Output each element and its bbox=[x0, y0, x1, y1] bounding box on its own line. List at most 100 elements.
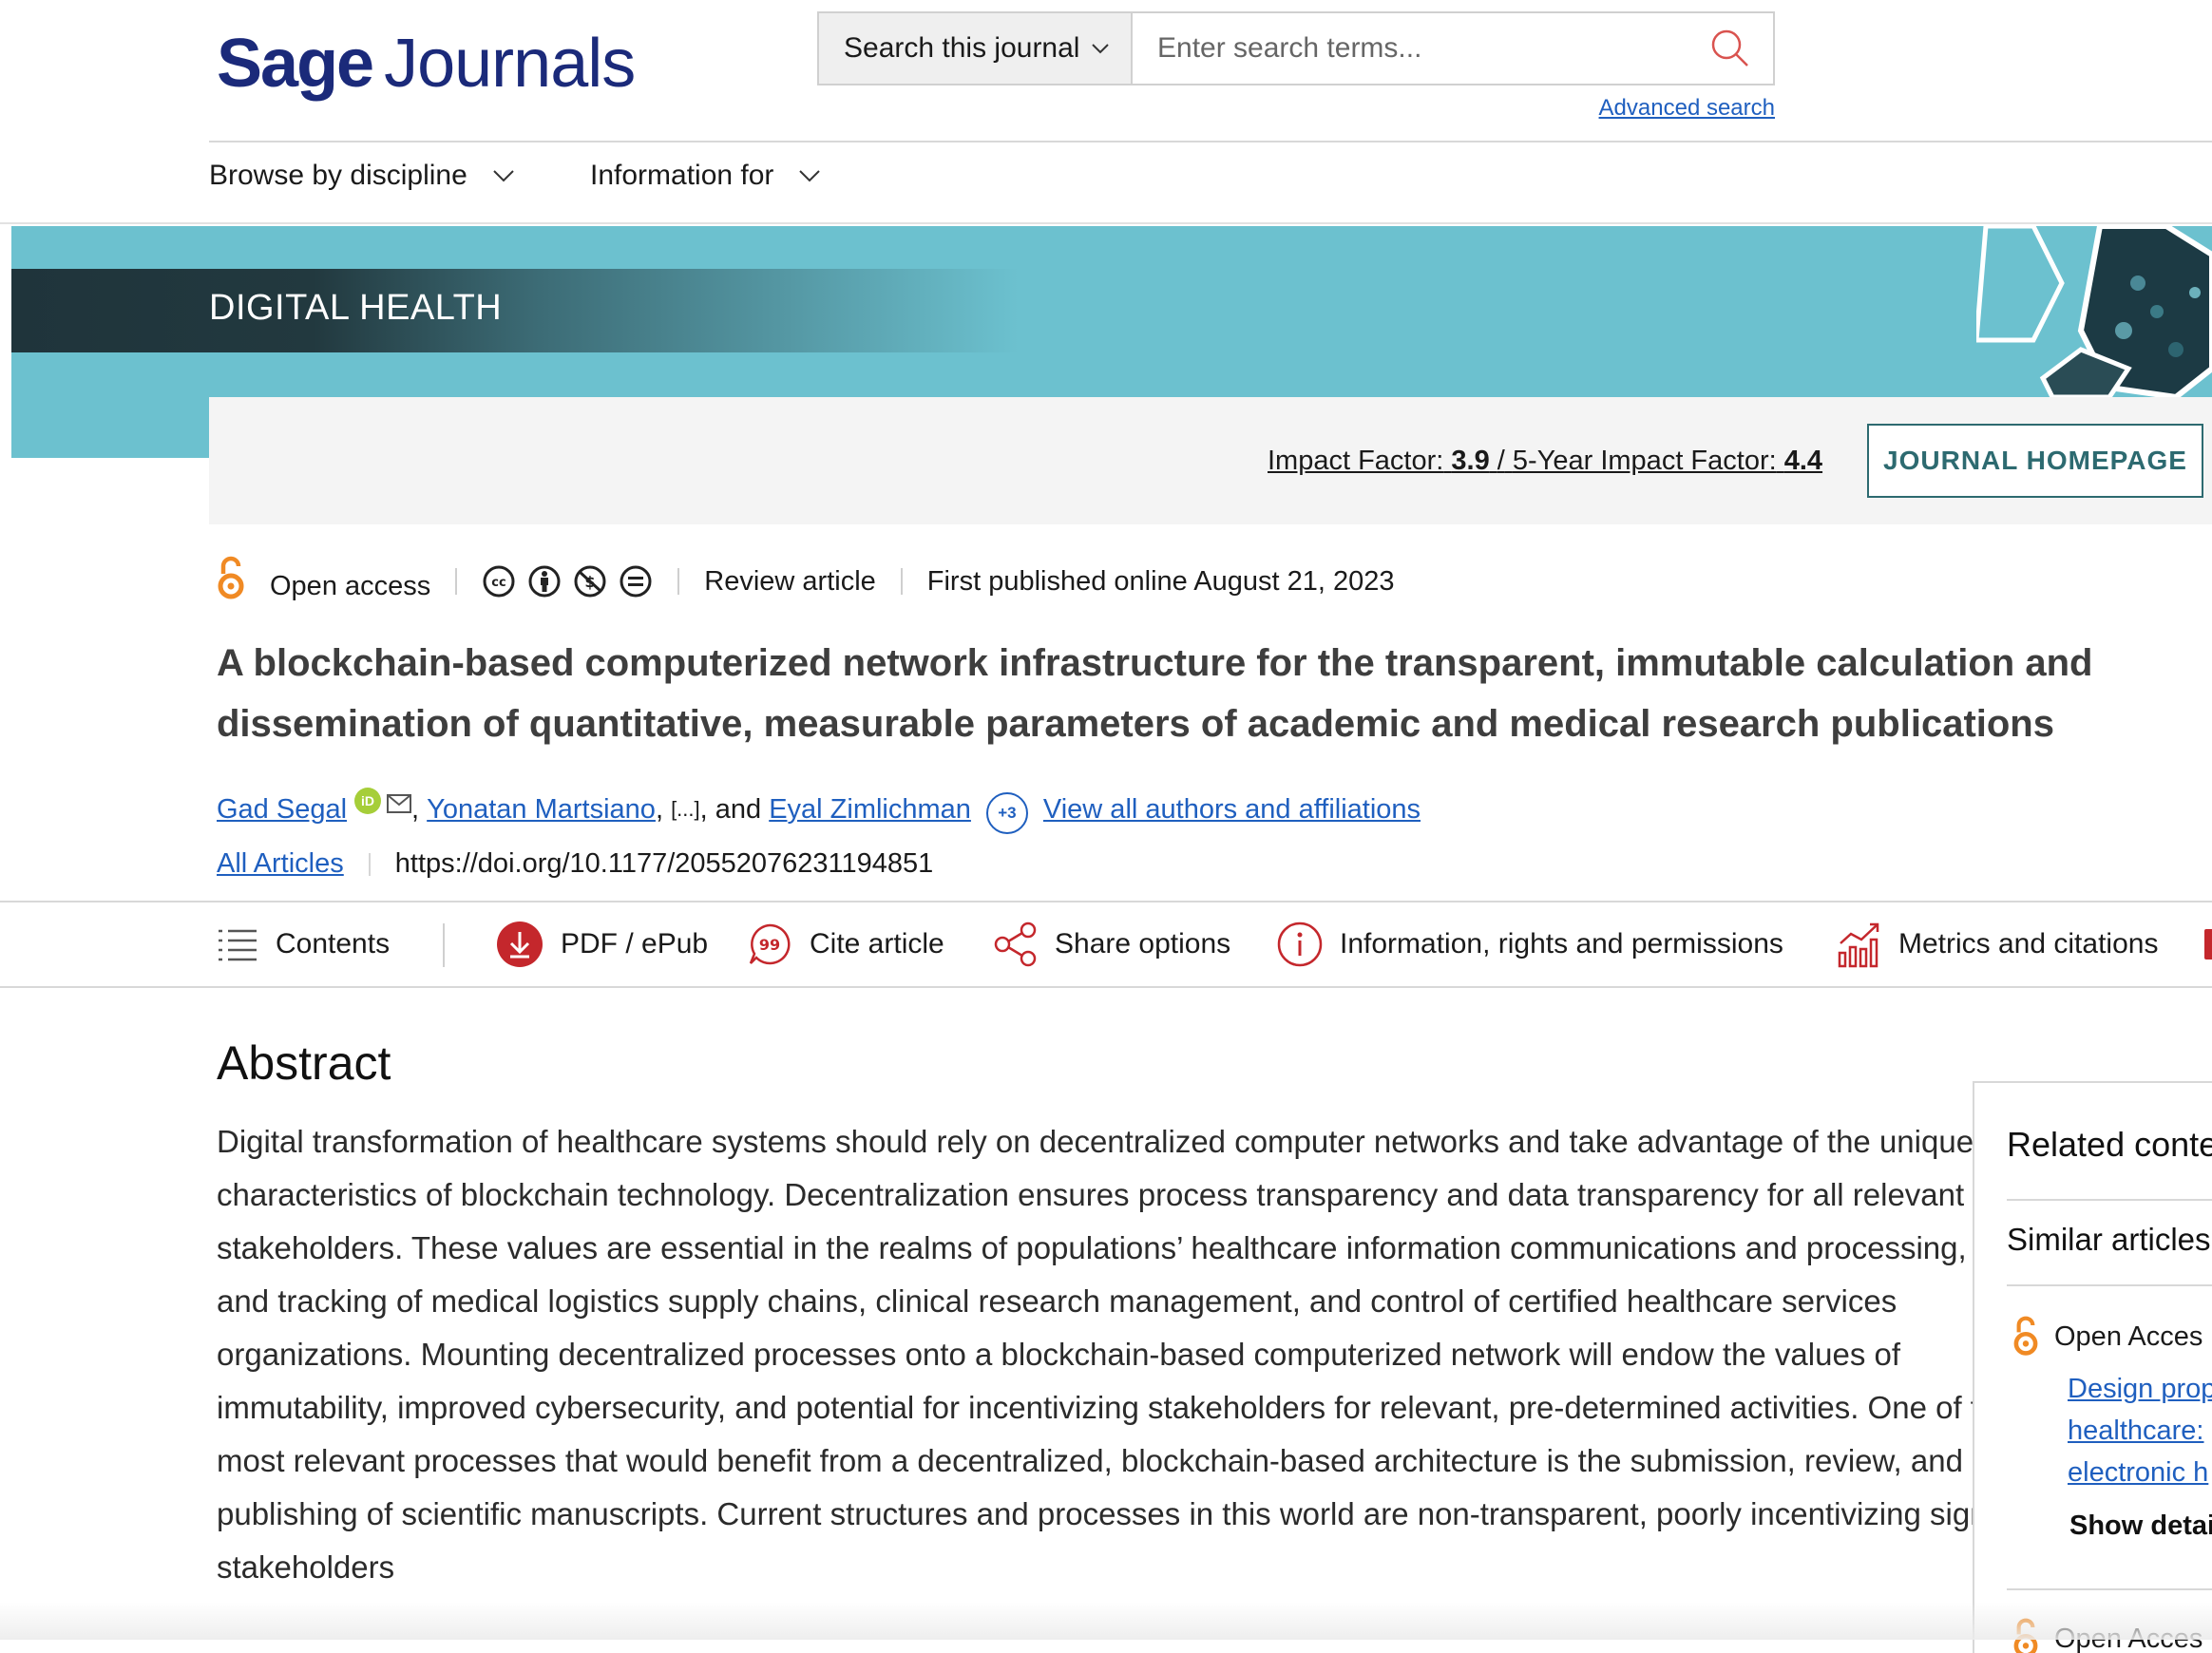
toolbar-information[interactable]: Information, rights and permissions bbox=[1277, 914, 1783, 975]
meta-separator bbox=[677, 568, 679, 595]
info-icon bbox=[1277, 922, 1323, 967]
search-scope-select[interactable]: Search this journal bbox=[819, 13, 1133, 84]
nd-icon bbox=[619, 564, 653, 598]
chevron-down-icon bbox=[492, 169, 515, 182]
chevron-down-icon bbox=[798, 169, 821, 182]
author-link[interactable]: Eyal Zimlichman bbox=[769, 794, 971, 826]
svg-text:99: 99 bbox=[759, 936, 780, 954]
related-item-link[interactable]: Design prop healthcare: electronic h bbox=[2068, 1368, 2212, 1493]
open-access-icon bbox=[2012, 1315, 2039, 1358]
svg-text:cc: cc bbox=[492, 576, 506, 590]
related-divider bbox=[2007, 1199, 2212, 1201]
search-button[interactable] bbox=[1688, 13, 1773, 84]
article-meta-row: Open access cc $ Review article First pu… bbox=[217, 555, 1395, 608]
toolbar-pdf-label: PDF / ePub bbox=[561, 928, 708, 960]
related-divider bbox=[2007, 1284, 2212, 1286]
toolbar-metrics-label: Metrics and citations bbox=[1898, 928, 2158, 960]
share-icon bbox=[994, 922, 1038, 967]
by-icon bbox=[527, 564, 562, 598]
view-all-authors-link[interactable]: View all authors and affiliations bbox=[1043, 794, 1421, 826]
nav-divider bbox=[0, 222, 2212, 224]
journal-banner-strip bbox=[11, 269, 1019, 352]
article-type: Review article bbox=[704, 566, 876, 598]
search-icon bbox=[1709, 28, 1751, 69]
toolbar-share-label: Share options bbox=[1055, 928, 1230, 960]
toolbar-cite-label: Cite article bbox=[810, 928, 944, 960]
author-link[interactable]: Gad Segal bbox=[217, 794, 347, 826]
toolbar-metrics[interactable]: Metrics and citations bbox=[1838, 914, 2158, 975]
toolbar-share[interactable]: Share options bbox=[994, 914, 1230, 975]
more-authors-badge[interactable]: +3 bbox=[986, 792, 1028, 834]
meta-separator bbox=[455, 568, 457, 595]
logo-sage: Sage bbox=[217, 26, 372, 102]
logo-journals: Journals bbox=[384, 26, 635, 102]
similar-articles-heading: Similar articles bbox=[2007, 1222, 2211, 1258]
related-divider bbox=[2007, 1588, 2212, 1590]
authors-and: and bbox=[715, 794, 761, 826]
related-item-access: Open Acces bbox=[2012, 1315, 2202, 1358]
nav-label: Browse by discipline bbox=[209, 160, 467, 192]
header-divider bbox=[209, 141, 2212, 142]
search-input[interactable] bbox=[1133, 13, 1688, 84]
doi-row: All Articles https://doi.org/10.1177/205… bbox=[217, 848, 933, 880]
related-item-link-line[interactable]: Design prop bbox=[2068, 1368, 2212, 1410]
impact-separator: / bbox=[1497, 446, 1505, 476]
related-item-link-line[interactable]: healthcare: bbox=[2068, 1410, 2212, 1452]
publication-date: First published online August 21, 2023 bbox=[927, 566, 1395, 598]
author-separator: , bbox=[700, 794, 715, 826]
nav-browse-by-discipline[interactable]: Browse by discipline bbox=[209, 160, 515, 192]
toolbar-cite[interactable]: 99 Cite article bbox=[747, 914, 944, 975]
article-title: A blockchain-based computerized network … bbox=[217, 633, 2193, 754]
bottom-fade bbox=[0, 1602, 2212, 1640]
author-separator: , bbox=[656, 794, 671, 826]
cc-icon: cc bbox=[482, 564, 516, 598]
banner-hexagon-image bbox=[1976, 226, 2212, 397]
doi-separator bbox=[369, 853, 371, 876]
impact-factor-label: Impact Factor: bbox=[1268, 446, 1443, 476]
doi-link[interactable]: https://doi.org/10.1177/2055207623119485… bbox=[395, 848, 934, 880]
abstract-heading: Abstract bbox=[217, 1036, 391, 1091]
journal-banner-tail bbox=[11, 397, 209, 458]
pdf-download-icon bbox=[496, 921, 543, 968]
advanced-search-link[interactable]: Advanced search bbox=[1594, 95, 1775, 122]
impact-factor-link[interactable]: Impact Factor: 3.9 / 5-Year Impact Facto… bbox=[1268, 446, 1822, 477]
contents-icon bbox=[217, 925, 258, 963]
related-content-title: Related conte bbox=[2007, 1125, 2212, 1165]
author-space bbox=[761, 794, 769, 826]
author-list: Gad Segal iD , Yonatan Martsiano , [...]… bbox=[217, 785, 1421, 834]
show-details-button[interactable]: Show detai bbox=[2069, 1510, 2212, 1542]
email-icon[interactable] bbox=[387, 794, 411, 813]
authors-ellipsis[interactable]: [...] bbox=[671, 797, 700, 822]
related-item-link-line[interactable]: electronic h bbox=[2068, 1452, 2212, 1493]
sage-journals-logo[interactable]: SageJournals bbox=[217, 25, 635, 103]
open-access-label: Open access bbox=[270, 571, 430, 602]
toolbar-pdf[interactable]: PDF / ePub bbox=[496, 914, 708, 975]
search-bar: Search this journal bbox=[817, 11, 1775, 86]
toolbar-contents[interactable]: Contents bbox=[217, 914, 390, 975]
journal-homepage-button[interactable]: JOURNAL HOMEPAGE bbox=[1867, 424, 2203, 498]
cite-icon: 99 bbox=[747, 922, 792, 967]
five-year-value: 4.4 bbox=[1784, 446, 1822, 476]
five-year-label: 5-Year Impact Factor: bbox=[1513, 446, 1777, 476]
metrics-icon bbox=[1838, 921, 1881, 968]
nav-information-for[interactable]: Information for bbox=[590, 160, 821, 192]
orcid-icon[interactable]: iD bbox=[354, 788, 381, 814]
open-access-icon bbox=[217, 555, 245, 602]
toolbar-next-item[interactable] bbox=[2204, 929, 2212, 960]
journal-name[interactable]: DIGITAL HEALTH bbox=[209, 288, 502, 329]
related-item-access-label: Open Acces bbox=[2054, 1321, 2202, 1353]
nav-label: Information for bbox=[590, 160, 773, 192]
toolbar-information-label: Information, rights and permissions bbox=[1340, 928, 1783, 960]
author-link[interactable]: Yonatan Martsiano bbox=[427, 794, 656, 826]
toolbar-bottom-border bbox=[0, 986, 2212, 988]
meta-separator bbox=[901, 568, 903, 595]
chevron-down-icon bbox=[1091, 43, 1110, 54]
all-articles-link[interactable]: All Articles bbox=[217, 848, 344, 880]
abstract-text: Digital transformation of healthcare sys… bbox=[217, 1115, 2079, 1594]
impact-factor-value: 3.9 bbox=[1451, 446, 1489, 476]
toolbar-separator bbox=[443, 923, 445, 967]
license-icons[interactable]: cc $ bbox=[482, 564, 653, 598]
nc-icon: $ bbox=[573, 564, 607, 598]
toolbar-contents-label: Contents bbox=[276, 928, 390, 960]
toolbar-top-border bbox=[0, 901, 2212, 902]
